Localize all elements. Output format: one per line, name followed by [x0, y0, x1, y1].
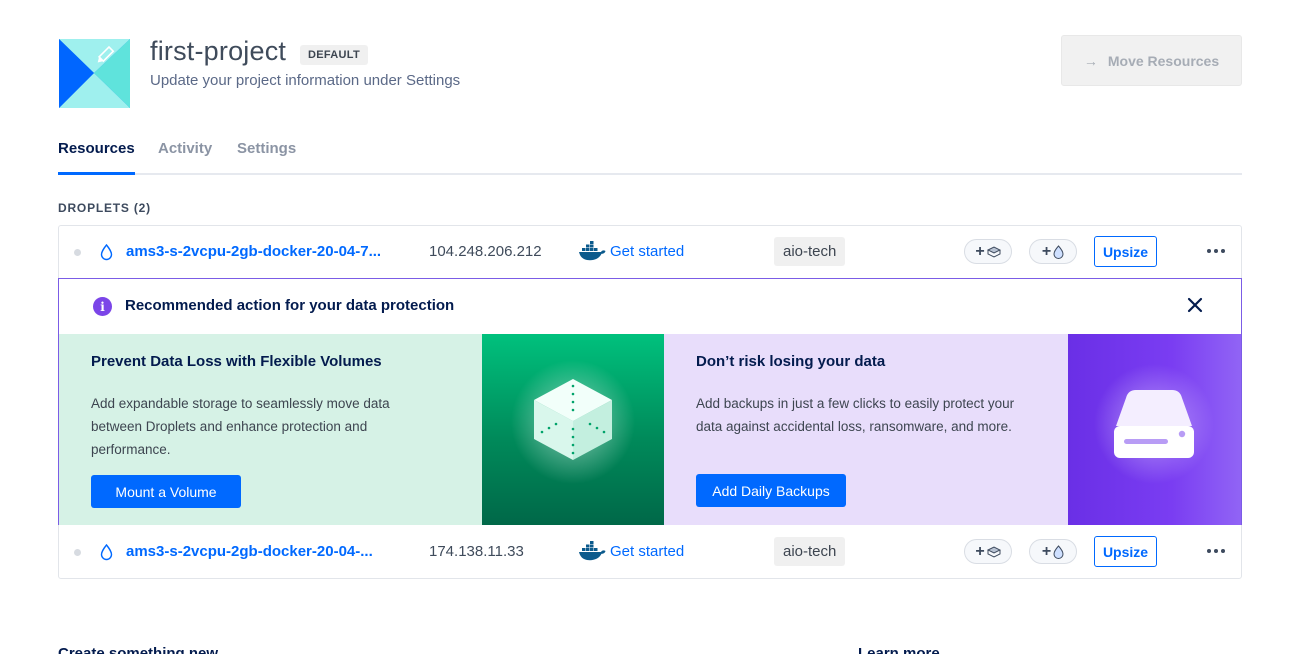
mount-volume-button[interactable]: Mount a Volume — [91, 475, 241, 508]
droplet-tag[interactable]: aio-tech — [774, 237, 846, 266]
backups-card-text: Add backups in just a few clicks to easi… — [696, 396, 1015, 434]
upsize-button[interactable]: Upsize — [1094, 536, 1157, 567]
create-something-new-heading: Create something new — [58, 645, 219, 654]
add-volume-button[interactable]: + — [964, 239, 1012, 264]
backup-drive-illustration — [1068, 334, 1241, 525]
plus-icon: + — [975, 242, 985, 260]
droplet-icon — [100, 244, 113, 261]
volume-icon — [986, 545, 1001, 558]
volumes-card-title: Prevent Data Loss with Flexible Volumes — [91, 353, 382, 370]
plus-icon: + — [975, 542, 985, 560]
droplet-tag[interactable]: aio-tech — [774, 537, 846, 566]
add-backup-button[interactable]: + — [1029, 239, 1077, 264]
info-icon: i — [93, 297, 112, 316]
volume-cube-illustration — [482, 334, 664, 525]
tab-activity[interactable]: Activity — [158, 140, 212, 175]
droplet-ip[interactable]: 174.138.11.33 — [429, 543, 524, 560]
add-backup-button[interactable]: + — [1029, 539, 1077, 564]
move-resources-button[interactable]: → Move Resources — [1061, 35, 1242, 86]
droplet-backup-icon — [1053, 544, 1064, 559]
status-indicator — [74, 249, 81, 256]
docker-icon — [579, 541, 606, 561]
tab-bar: Resources Activity Settings — [58, 140, 1242, 175]
droplets-section-label: DROPLETS (2) — [58, 201, 151, 215]
droplet-name-link[interactable]: ams3-s-2vcpu-2gb-docker-20-04-... — [126, 543, 373, 560]
get-started-link[interactable]: Get started — [610, 543, 684, 560]
page-subtitle: Update your project information under Se… — [150, 72, 461, 89]
status-indicator — [74, 549, 81, 556]
droplets-table: ams3-s-2vcpu-2gb-docker-20-04-7... 104.2… — [58, 225, 1242, 579]
tab-resources[interactable]: Resources — [58, 140, 135, 175]
recommendation-panel: i Recommended action for your data prote… — [58, 278, 1242, 525]
recommendation-title: Recommended action for your data protect… — [125, 297, 455, 314]
add-volume-button[interactable]: + — [964, 539, 1012, 564]
plus-icon: + — [1041, 242, 1052, 260]
backups-card: Don’t risk losing your data Add backups … — [664, 334, 1068, 525]
backups-card-title: Don’t risk losing your data — [696, 353, 886, 370]
add-daily-backups-button[interactable]: Add Daily Backups — [696, 474, 846, 507]
move-resources-label: Move Resources — [1107, 52, 1220, 69]
recommendation-header: i Recommended action for your data prote… — [59, 279, 1241, 334]
upsize-button[interactable]: Upsize — [1094, 236, 1157, 267]
volumes-card-text: Add expandable storage to seamlessly mov… — [91, 396, 390, 457]
more-options-icon[interactable] — [1206, 242, 1226, 260]
page-title: first-project — [150, 36, 287, 66]
arrow-right-icon: → — [1083, 52, 1098, 69]
get-started-link[interactable]: Get started — [610, 243, 684, 260]
default-badge: DEFAULT — [300, 45, 369, 65]
droplet-backup-icon — [1053, 244, 1064, 259]
learn-more-heading: Learn more — [858, 645, 940, 654]
droplet-name-link[interactable]: ams3-s-2vcpu-2gb-docker-20-04-7... — [126, 243, 381, 260]
plus-icon: + — [1041, 542, 1052, 560]
table-row: ams3-s-2vcpu-2gb-docker-20-04-7... 104.2… — [59, 226, 1241, 278]
volume-icon — [986, 245, 1001, 258]
more-options-icon[interactable] — [1206, 542, 1226, 560]
table-row: ams3-s-2vcpu-2gb-docker-20-04-... 174.13… — [59, 526, 1241, 578]
close-icon[interactable] — [1186, 296, 1204, 314]
docker-icon — [579, 241, 606, 261]
droplet-icon — [100, 544, 113, 561]
project-logo[interactable] — [59, 39, 130, 108]
tab-settings[interactable]: Settings — [237, 140, 296, 175]
volumes-card: Prevent Data Loss with Flexible Volumes … — [59, 334, 482, 525]
droplet-ip[interactable]: 104.248.206.212 — [429, 243, 542, 260]
